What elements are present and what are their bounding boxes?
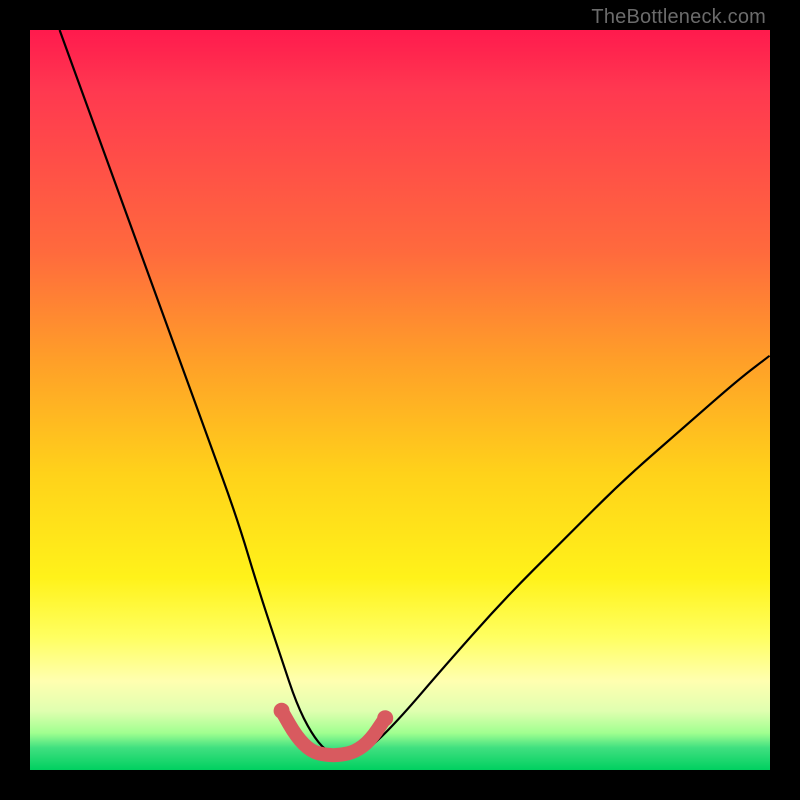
highlight-dot-end: [377, 710, 393, 726]
curve-layer: [30, 30, 770, 770]
highlight-dot-start: [274, 703, 290, 719]
watermark-text: TheBottleneck.com: [591, 6, 766, 29]
optimal-zone-highlight: [282, 711, 386, 755]
plot-area: [30, 30, 770, 770]
bottleneck-curve: [60, 30, 770, 755]
chart-frame: TheBottleneck.com: [0, 0, 800, 800]
